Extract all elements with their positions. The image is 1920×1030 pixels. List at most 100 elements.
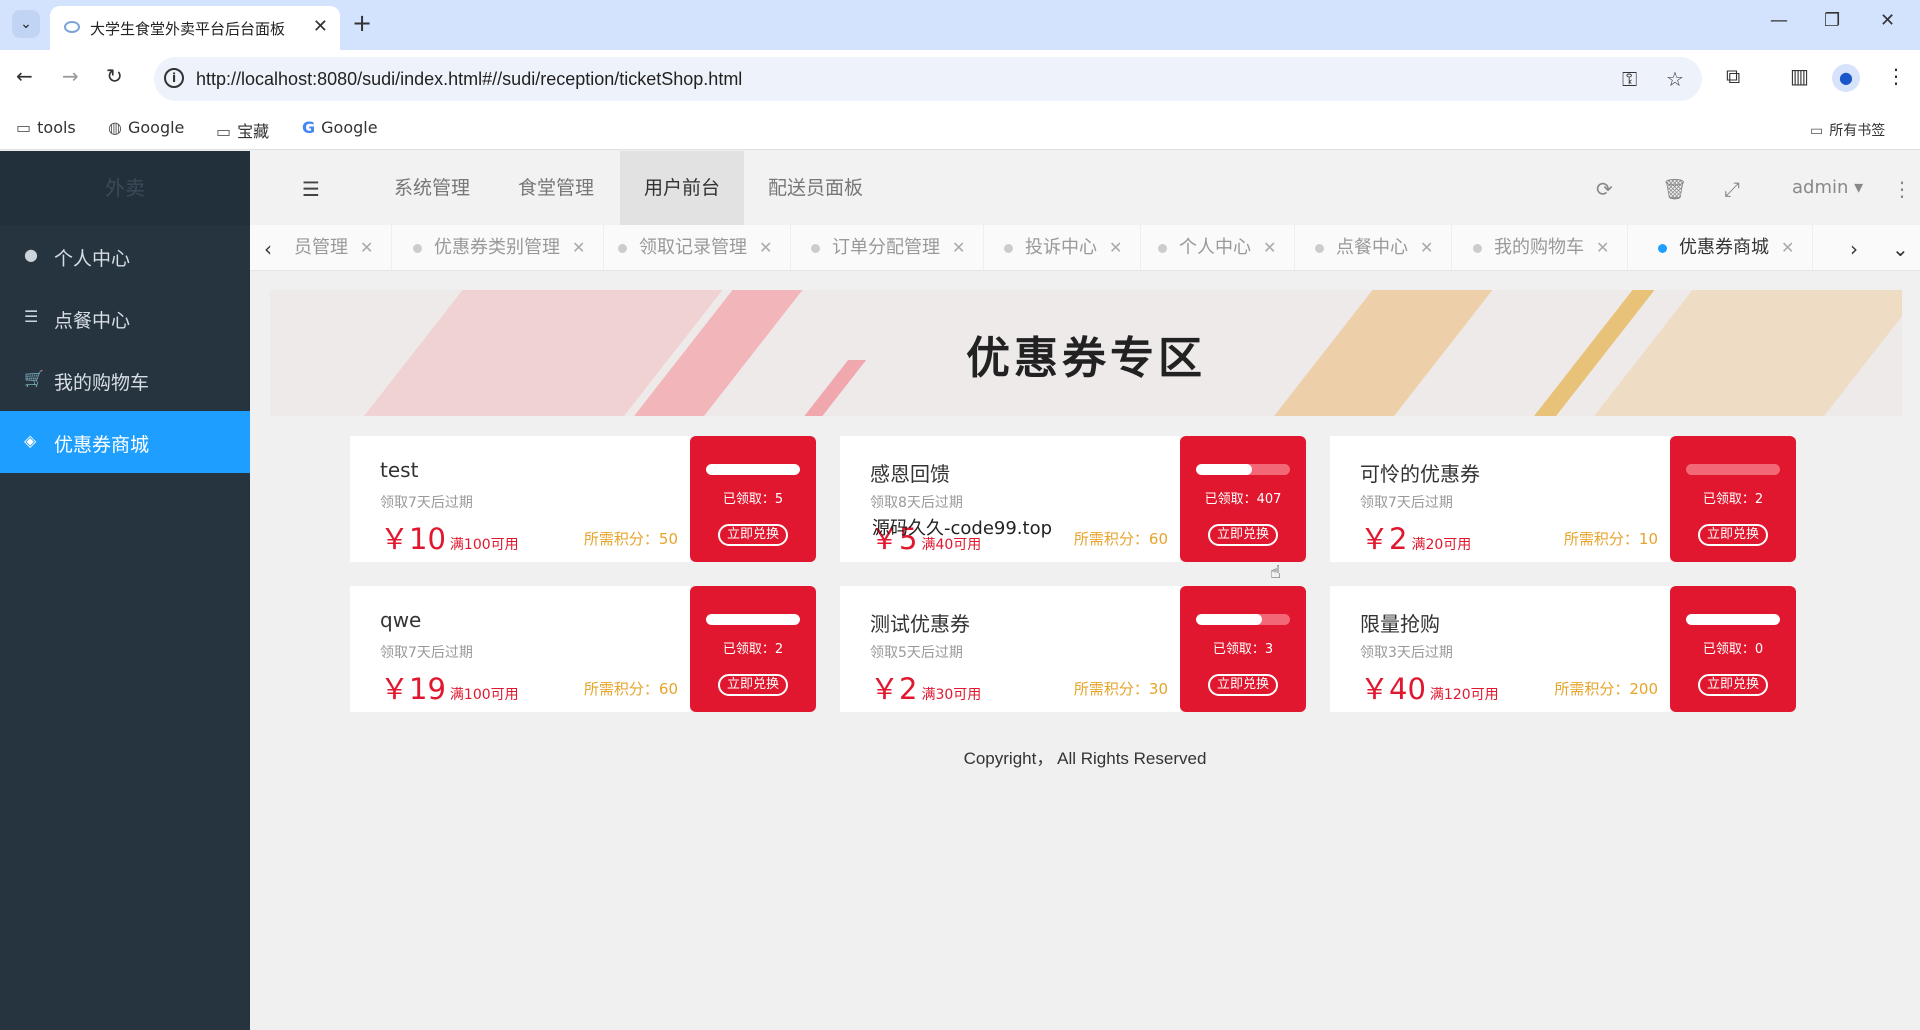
window-close-icon[interactable]: ✕ xyxy=(1880,10,1895,31)
coupon-card: 测试优惠券 领取5天后过期 ￥2 满30可用 所需积分：30 已领取：3 立即兑换 xyxy=(840,586,1306,712)
page-tab[interactable]: 优惠券类别管理 ✕ xyxy=(395,225,605,270)
tabs-prev-icon[interactable]: ‹ xyxy=(264,237,272,261)
fullscreen-icon[interactable]: ⤢ xyxy=(1724,177,1740,201)
topnav-delivery[interactable]: 配送员面板 xyxy=(744,151,887,225)
sidebar-item-label: 我的购物车 xyxy=(54,372,150,394)
page-tab[interactable]: 点餐中心 ✕ xyxy=(1297,225,1453,270)
trash-icon[interactable]: 🗑 xyxy=(1662,177,1687,201)
tag-icon: ◈ xyxy=(24,431,37,450)
coupon-action-panel: 已领取：407 立即兑换 xyxy=(1180,436,1306,562)
new-tab-icon[interactable]: + xyxy=(352,9,372,37)
sidebar-item-label: 优惠券商城 xyxy=(54,434,150,456)
restore-icon[interactable]: ❐ xyxy=(1824,10,1840,31)
tab-close-icon[interactable]: ✕ xyxy=(1109,238,1122,257)
forward-icon[interactable]: → xyxy=(62,64,79,88)
claim-progress-fill xyxy=(1196,464,1253,475)
minimize-icon[interactable]: — xyxy=(1770,10,1788,31)
coupon-points: 所需积分：10 xyxy=(1563,530,1658,548)
folder-icon: ▭ xyxy=(216,122,232,141)
browser-tab[interactable]: 大学生食堂外卖平台后台面板 ✕ xyxy=(50,6,340,50)
browser-tab-bar: ⌄ 大学生食堂外卖平台后台面板 ✕ + — ❐ ✕ xyxy=(0,0,1920,50)
refresh-icon[interactable]: ⟳ xyxy=(1596,177,1613,201)
side-panel-icon[interactable]: ▥ xyxy=(1790,64,1809,88)
claim-progress-fill xyxy=(1196,614,1262,625)
coupon-action-panel: 已领取：3 立即兑换 xyxy=(1180,586,1306,712)
bookmarks-bar: ▭ tools ◍ Google ▭ 宝藏 G Google ▭ 所有书签 xyxy=(0,108,1920,150)
topnav-user-frontend[interactable]: 用户前台 xyxy=(620,151,745,225)
coupon-price: ￥40 满120可用 xyxy=(1360,672,1499,706)
page-tab[interactable]: 个人中心 ✕ xyxy=(1140,225,1296,270)
bookmark-treasure[interactable]: ▭ 宝藏 xyxy=(216,118,269,142)
coupon-info: 限量抢购 领取3天后过期 ￥40 满120可用 所需积分：200 xyxy=(1330,586,1670,712)
page-tab[interactable]: 订单分配管理 ✕ xyxy=(793,225,985,270)
tab-close-icon[interactable]: ✕ xyxy=(1263,238,1276,257)
tab-close-icon[interactable]: ✕ xyxy=(313,16,328,37)
topnav-canteen[interactable]: 食堂管理 xyxy=(494,151,618,225)
extensions-icon[interactable]: ⧉ xyxy=(1726,64,1740,88)
bookmark-tools[interactable]: ▭ tools xyxy=(16,118,76,137)
sidebar-item-ordering[interactable]: ☰ 点餐中心 xyxy=(0,287,250,349)
address-bar[interactable]: i http://localhost:8080/sudi/index.html#… xyxy=(154,57,1702,101)
user-icon: ● xyxy=(24,245,38,264)
profile-avatar-icon[interactable]: ● xyxy=(1832,64,1860,92)
tabs-next-icon[interactable]: › xyxy=(1850,237,1858,261)
bookmark-google-2[interactable]: G Google xyxy=(302,118,378,137)
coupon-name: 测试优惠券 xyxy=(870,612,970,636)
reload-icon[interactable]: ↻ xyxy=(106,64,123,88)
tab-favicon-icon xyxy=(64,21,80,33)
tab-dot-icon xyxy=(1315,243,1324,253)
back-icon[interactable]: ← xyxy=(16,64,33,88)
sidebar-item-profile[interactable]: ● 个人中心 xyxy=(0,225,250,287)
coupon-card: test 领取7天后过期 ￥10 满100可用 所需积分：50 已领取：5 立即兑… xyxy=(350,436,816,562)
page-tab[interactable]: 我的购物车 ✕ xyxy=(1455,225,1629,270)
coupon-action-panel: 已领取：5 立即兑换 xyxy=(690,436,816,562)
claimed-count: 已领取：5 xyxy=(722,492,784,507)
folder-icon: ▭ xyxy=(1810,123,1824,139)
browser-menu-icon[interactable]: ⋮ xyxy=(1886,64,1906,88)
password-key-icon[interactable]: ⚿ xyxy=(1622,67,1637,91)
sidebar-item-cart[interactable]: 🛒 我的购物车 xyxy=(0,349,250,411)
coupon-price: ￥2 满20可用 xyxy=(1360,522,1472,556)
menu-toggle-icon[interactable]: ☰ xyxy=(302,177,320,201)
page-tab-active[interactable]: 优惠券商城 ✕ xyxy=(1640,225,1814,270)
coupon-info: qwe 领取7天后过期 ￥19 满100可用 所需积分：60 xyxy=(350,586,690,712)
tab-close-icon[interactable]: ✕ xyxy=(1420,238,1433,257)
coupon-expiry: 领取8天后过期 xyxy=(870,495,963,511)
tab-close-icon[interactable]: ✕ xyxy=(1596,238,1609,257)
tabs-dropdown-icon[interactable]: ⌄ xyxy=(1892,237,1909,261)
site-info-icon[interactable]: i xyxy=(164,68,184,88)
coupon-info: 测试优惠券 领取5天后过期 ￥2 满30可用 所需积分：30 xyxy=(840,586,1180,712)
redeem-button[interactable]: 立即兑换 xyxy=(1208,674,1278,696)
banner-title: 优惠券专区 xyxy=(966,333,1206,384)
tab-close-icon[interactable]: ✕ xyxy=(1781,238,1794,257)
tab-close-icon[interactable]: ✕ xyxy=(572,238,585,257)
bookmark-google-1[interactable]: ◍ Google xyxy=(108,118,184,137)
topnav-system[interactable]: 系统管理 xyxy=(370,151,494,225)
tab-close-icon[interactable]: ✕ xyxy=(360,238,373,257)
sidebar-item-label: 点餐中心 xyxy=(54,310,131,332)
claimed-count: 已领取：3 xyxy=(1212,642,1274,657)
more-menu-icon[interactable]: ⋮ xyxy=(1892,177,1912,201)
redeem-button[interactable]: 立即兑换 xyxy=(718,524,788,546)
claimed-count: 已领取：2 xyxy=(722,642,784,657)
sidebar-logo: 外卖 xyxy=(0,151,250,225)
tab-search-button[interactable]: ⌄ xyxy=(12,10,40,38)
tab-close-icon[interactable]: ✕ xyxy=(759,238,772,257)
user-menu[interactable]: admin ▾ xyxy=(1792,177,1863,198)
sidebar-item-label: 个人中心 xyxy=(54,248,131,270)
bookmark-star-icon[interactable]: ☆ xyxy=(1666,67,1684,91)
all-bookmarks[interactable]: ▭ 所有书签 xyxy=(1810,120,1885,140)
tab-close-icon[interactable]: ✕ xyxy=(952,238,965,257)
redeem-button[interactable]: 立即兑换 xyxy=(1698,524,1768,546)
redeem-button[interactable]: 立即兑换 xyxy=(1698,674,1768,696)
page-tab[interactable]: 员管理 ✕ xyxy=(276,225,393,270)
page-tab[interactable]: 投诉中心 ✕ xyxy=(986,225,1142,270)
coupon-card: 可怜的优惠券 领取7天后过期 ￥2 满20可用 所需积分：10 已领取：2 立即兑… xyxy=(1330,436,1796,562)
sidebar-item-coupon-shop[interactable]: ◈ 优惠券商城 xyxy=(0,411,250,473)
page-tab[interactable]: 领取记录管理 ✕ xyxy=(600,225,792,270)
coupon-expiry: 领取3天后过期 xyxy=(1360,645,1453,661)
coupon-points: 所需积分：60 xyxy=(1073,530,1168,548)
redeem-button[interactable]: 立即兑换 xyxy=(1208,524,1278,546)
redeem-button[interactable]: 立即兑换 xyxy=(718,674,788,696)
claim-progress-fill xyxy=(706,614,800,625)
